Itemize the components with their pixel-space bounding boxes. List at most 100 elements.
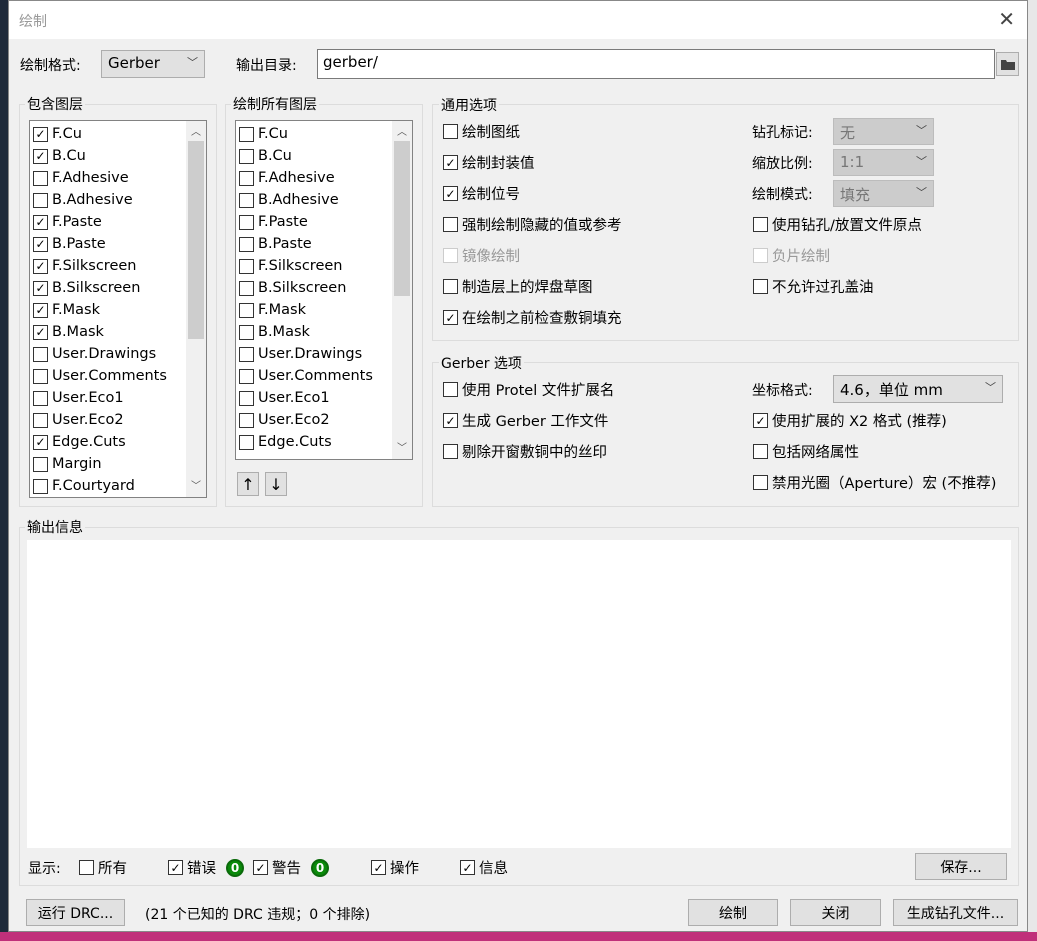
generate-drill-files-button[interactable]: 生成钻孔文件...	[893, 899, 1018, 926]
checkbox[interactable]: ✓	[33, 434, 48, 450]
checkbox[interactable]	[33, 412, 48, 428]
format-select[interactable]: Gerber ﹀	[101, 50, 205, 78]
checkbox[interactable]	[443, 444, 458, 459]
layer-item[interactable]: F.Mask	[236, 299, 412, 321]
scroll-down-icon[interactable]: ﹀	[186, 477, 206, 495]
layer-item[interactable]: ✓ B.Mask	[30, 321, 206, 343]
option-checkbox[interactable]: 禁用光圈（Aperture）宏 (不推荐)	[753, 472, 996, 493]
layer-item[interactable]: User.Drawings	[30, 343, 206, 365]
scroll-up-icon[interactable]: ︿	[186, 123, 206, 141]
checkbox[interactable]: ✓	[33, 280, 48, 296]
checkbox[interactable]	[443, 279, 458, 294]
option-checkbox[interactable]: 负片绘制	[753, 245, 830, 266]
layer-item[interactable]: User.Eco1	[30, 387, 206, 409]
checkbox[interactable]	[239, 148, 254, 164]
checkbox[interactable]	[33, 346, 48, 362]
layer-item[interactable]: ✓ F.Cu	[30, 123, 206, 145]
checkbox[interactable]	[443, 124, 458, 139]
layer-item[interactable]: ✓ F.Mask	[30, 299, 206, 321]
plot-button[interactable]: 绘制	[688, 899, 778, 926]
browse-folder-button[interactable]	[996, 52, 1019, 76]
option-checkbox[interactable]: ✓ 绘制封装值	[443, 152, 535, 173]
checkbox[interactable]: ✓	[168, 860, 183, 875]
checkbox[interactable]	[443, 248, 458, 263]
checkbox[interactable]: ✓	[33, 148, 48, 164]
scroll-up-icon[interactable]: ︿	[392, 123, 412, 141]
option-checkbox[interactable]: 镜像绘制	[443, 245, 520, 266]
option-checkbox[interactable]: 剔除开窗敷铜中的丝印	[443, 441, 607, 462]
checkbox[interactable]: ✓	[443, 186, 458, 201]
layer-item[interactable]: User.Eco1	[236, 387, 412, 409]
output-messages[interactable]	[27, 540, 1011, 848]
checkbox[interactable]	[239, 214, 254, 230]
close-button[interactable]: 关闭	[790, 899, 881, 926]
scrollbar[interactable]: ︿ ﹀	[392, 121, 412, 459]
checkbox[interactable]: ✓	[371, 860, 386, 875]
checkbox[interactable]: ✓	[443, 310, 458, 325]
layer-item[interactable]: B.Adhesive	[30, 189, 206, 211]
checkbox[interactable]	[239, 192, 254, 208]
layer-item[interactable]: ✓ Edge.Cuts	[30, 431, 206, 453]
checkbox[interactable]: ✓	[33, 126, 48, 142]
checkbox[interactable]	[239, 170, 254, 186]
run-drc-button[interactable]: 运行 DRC...	[26, 899, 125, 926]
checkbox[interactable]	[753, 444, 768, 459]
filter-checkbox[interactable]: ✓ 信息	[460, 857, 508, 878]
checkbox[interactable]	[753, 248, 768, 263]
option-checkbox[interactable]: 不允许过孔盖油	[753, 276, 874, 297]
checkbox[interactable]	[33, 478, 48, 494]
checkbox[interactable]	[239, 412, 254, 428]
checkbox[interactable]: ✓	[443, 413, 458, 428]
option-checkbox[interactable]: 绘制图纸	[443, 121, 520, 142]
checkbox[interactable]	[239, 434, 254, 450]
layer-item[interactable]: F.Adhesive	[30, 167, 206, 189]
option-checkbox[interactable]: ✓ 绘制位号	[443, 183, 520, 204]
layer-item[interactable]: F.Cu	[236, 123, 412, 145]
scrollbar-thumb[interactable]	[188, 141, 204, 339]
layer-item[interactable]: F.Courtyard	[30, 475, 206, 497]
checkbox[interactable]	[239, 126, 254, 142]
layer-item[interactable]: User.Eco2	[30, 409, 206, 431]
checkbox[interactable]	[753, 279, 768, 294]
option-checkbox[interactable]: ✓ 在绘制之前检查敷铜填充	[443, 307, 622, 328]
layer-item[interactable]: User.Drawings	[236, 343, 412, 365]
save-button[interactable]: 保存...	[915, 853, 1007, 880]
option-checkbox[interactable]: ✓ 使用扩展的 X2 格式 (推荐)	[753, 410, 947, 431]
checkbox[interactable]	[33, 390, 48, 406]
option-checkbox[interactable]: 包括网络属性	[753, 441, 859, 462]
layer-item[interactable]: B.Adhesive	[236, 189, 412, 211]
scrollbar-thumb[interactable]	[394, 141, 410, 296]
checkbox[interactable]	[33, 368, 48, 384]
checkbox[interactable]	[239, 280, 254, 296]
layer-item[interactable]: ✓ B.Cu	[30, 145, 206, 167]
layer-item[interactable]: ✓ B.Paste	[30, 233, 206, 255]
checkbox[interactable]	[239, 324, 254, 340]
checkbox[interactable]	[443, 382, 458, 397]
scale-select[interactable]: 1:1 ﹀	[833, 149, 934, 176]
checkbox[interactable]	[239, 390, 254, 406]
checkbox[interactable]: ✓	[33, 258, 48, 274]
filter-checkbox[interactable]: ✓ 操作	[371, 857, 419, 878]
filter-checkbox[interactable]: 所有	[79, 857, 127, 878]
checkbox[interactable]	[239, 346, 254, 362]
checkbox[interactable]	[79, 860, 94, 875]
layer-item[interactable]: F.Paste	[236, 211, 412, 233]
checkbox[interactable]: ✓	[33, 302, 48, 318]
checkbox[interactable]: ✓	[33, 214, 48, 230]
layer-item[interactable]: B.Mask	[236, 321, 412, 343]
layer-item[interactable]: F.Adhesive	[236, 167, 412, 189]
close-icon[interactable]: ✕	[998, 7, 1015, 31]
checkbox[interactable]	[239, 236, 254, 252]
checkbox[interactable]	[753, 475, 768, 490]
layer-item[interactable]: B.Silkscreen	[236, 277, 412, 299]
layer-item[interactable]: ✓ B.Silkscreen	[30, 277, 206, 299]
checkbox[interactable]	[239, 368, 254, 384]
checkbox[interactable]: ✓	[460, 860, 475, 875]
all-layers-list[interactable]: F.Cu B.Cu F.Adhesive B.Adhesive F.Paste B.Pas…	[235, 120, 413, 460]
layer-item[interactable]: User.Eco2	[236, 409, 412, 431]
layer-item[interactable]: Edge.Cuts	[236, 431, 412, 453]
checkbox[interactable]: ✓	[253, 860, 268, 875]
checkbox[interactable]	[443, 217, 458, 232]
layer-item[interactable]: B.Paste	[236, 233, 412, 255]
outdir-input[interactable]: gerber/	[317, 49, 995, 79]
